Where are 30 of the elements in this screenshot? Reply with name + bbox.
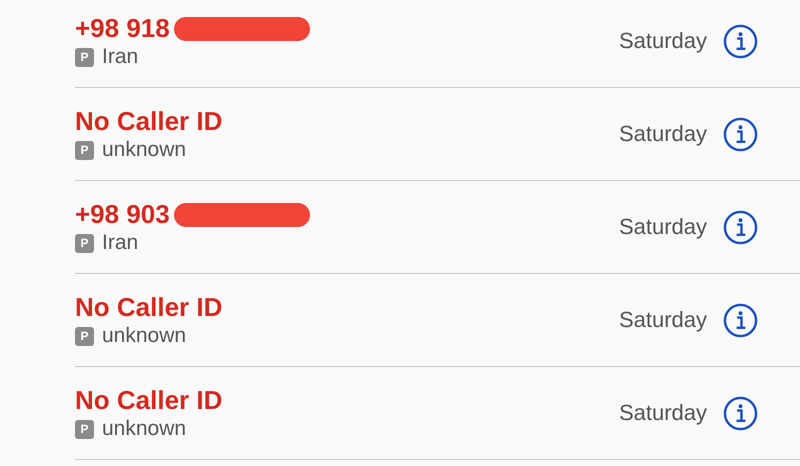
- call-label: Iran: [102, 45, 138, 69]
- call-label: unknown: [102, 417, 186, 441]
- info-icon[interactable]: [723, 302, 758, 338]
- label-badge: P: [75, 140, 94, 160]
- label-badge: P: [75, 420, 94, 438]
- info-icon[interactable]: [723, 116, 758, 152]
- caller-name: +98 918: [75, 13, 170, 44]
- call-row[interactable]: No Caller ID P unknown Saturday: [75, 88, 800, 181]
- label-badge: P: [75, 48, 94, 66]
- label-badge: P: [75, 326, 94, 346]
- call-label: unknown: [102, 324, 186, 348]
- call-day: Saturday: [618, 121, 707, 147]
- call-day: Saturday: [618, 307, 707, 333]
- call-row[interactable]: +98 903 P Iran Saturday: [75, 181, 800, 274]
- info-icon[interactable]: [723, 210, 758, 244]
- call-row[interactable]: +98 918 P Iran Saturday: [75, 0, 800, 88]
- caller-name: No Caller ID: [75, 106, 222, 137]
- call-day: Saturday: [618, 400, 707, 426]
- call-row[interactable]: No Caller ID P unknown Saturday: [75, 367, 800, 460]
- caller-name: No Caller ID: [75, 292, 222, 323]
- call-row[interactable]: No Caller ID P unknown Saturday: [75, 274, 800, 367]
- call-day: Saturday: [618, 28, 707, 54]
- info-icon[interactable]: [723, 396, 758, 430]
- call-day: Saturday: [618, 214, 707, 240]
- info-icon[interactable]: [723, 24, 758, 58]
- caller-name: No Caller ID: [75, 385, 222, 416]
- caller-name: +98 903: [75, 199, 170, 230]
- call-label: unknown: [102, 138, 186, 162]
- label-badge: P: [75, 234, 94, 252]
- call-label: Iran: [102, 231, 138, 255]
